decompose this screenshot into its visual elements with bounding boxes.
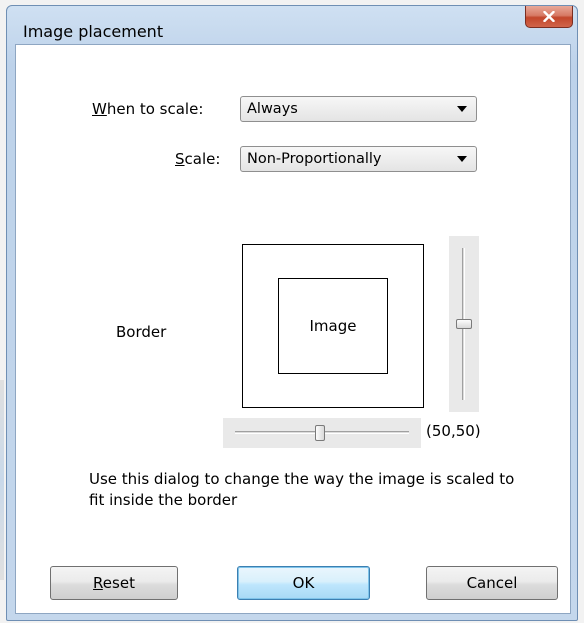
close-button[interactable] — [525, 6, 573, 28]
description-text: Use this dialog to change the way the im… — [89, 470, 515, 509]
vertical-slider-thumb[interactable] — [456, 319, 472, 329]
reset-button[interactable]: Reset — [50, 566, 178, 600]
cancel-button[interactable]: Cancel — [426, 566, 558, 600]
dialog-client-area: When to scale: Always Scale: Non-Proport… — [15, 44, 571, 614]
dropdown-arrow-icon — [457, 106, 467, 112]
horizontal-position-slider[interactable] — [223, 418, 421, 448]
when-to-scale-dropdown[interactable]: Always — [240, 96, 477, 122]
dropdown-arrow-icon — [457, 156, 467, 162]
scale-label: Scale: — [175, 150, 221, 168]
vertical-position-slider[interactable] — [449, 236, 479, 412]
scale-dropdown[interactable]: Non-Proportionally — [240, 146, 477, 172]
when-to-scale-label: When to scale: — [92, 100, 204, 118]
horizontal-slider-thumb[interactable] — [315, 425, 325, 441]
ok-button[interactable]: OK — [237, 566, 370, 600]
dialog-title: Image placement — [23, 22, 164, 41]
image-preview-label: Image — [309, 317, 357, 335]
close-icon — [543, 11, 555, 22]
dialog-window: Image placement When to scale: Always Sc… — [6, 5, 578, 621]
background-edge — [0, 380, 4, 580]
border-label: Border — [116, 323, 167, 341]
position-readout: (50,50) — [426, 422, 481, 440]
when-to-scale-value: Always — [247, 101, 298, 117]
image-preview-box: Image — [278, 278, 388, 374]
scale-value: Non-Proportionally — [247, 151, 382, 167]
